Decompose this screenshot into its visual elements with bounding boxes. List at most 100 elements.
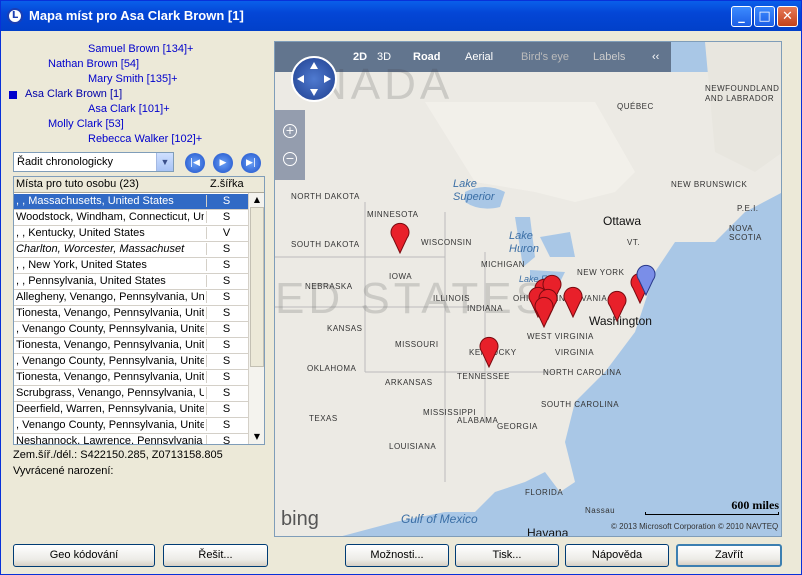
minimize-button[interactable]: _ — [731, 6, 752, 27]
lat-cell: S — [206, 243, 246, 255]
label-west-virginia: WEST VIRGINIA — [527, 332, 594, 341]
lat-cell: S — [206, 419, 246, 431]
print-button[interactable]: Tisk... — [455, 544, 559, 567]
table-row[interactable]: Tionesta, Venango, Pennsylvania, Unite S — [14, 370, 248, 386]
tree-node-molly-clark[interactable]: Molly Clark [53] — [48, 118, 124, 130]
maximize-button[interactable]: □ — [754, 6, 775, 27]
table-row[interactable]: Scrubgrass, Venango, Pennsylvania, US — [14, 386, 248, 402]
tree-node-asa-clark[interactable]: Asa Clark [101]+ — [88, 103, 170, 115]
disproved-birth-label: Vyvrácené narození: — [13, 465, 114, 477]
title-bar[interactable]: L Mapa míst pro Asa Clark Brown [1] _ □ … — [1, 1, 801, 31]
table-row[interactable]: , Venango County, Pennsylvania, Unite S — [14, 354, 248, 370]
table-row[interactable]: , , Massachusetts, United States S — [14, 194, 248, 210]
label-minnesota: MINNESOTA — [367, 210, 419, 219]
table-scrollbar[interactable]: ▲ ▼ — [248, 193, 264, 444]
table-row[interactable]: , , Kentucky, United States V — [14, 226, 248, 242]
collapse-toolbar-icon[interactable]: ‹‹ — [652, 51, 659, 63]
window-title: Mapa míst pro Asa Clark Brown [1] — [29, 8, 244, 23]
tree-node-nathan-brown[interactable]: Nathan Brown [54] — [48, 58, 139, 70]
place-cell: , Venango County, Pennsylvania, Unite — [16, 323, 204, 335]
map-mode-3d[interactable]: 3D — [377, 51, 391, 63]
map-labels-toggle[interactable]: Labels — [593, 51, 625, 63]
map-pin-selected[interactable] — [635, 264, 657, 296]
zoom-in-icon[interactable]: + — [283, 124, 297, 138]
table-row[interactable]: Woodstock, Windham, Connecticut, Uni S — [14, 210, 248, 226]
scale-label: 600 miles — [731, 498, 779, 512]
map-pin[interactable] — [533, 296, 555, 328]
tree-node-asa-clark-brown[interactable]: Asa Clark Brown [1] — [25, 88, 122, 100]
map-pin[interactable] — [478, 336, 500, 368]
sort-select-value: Řadit chronologicky — [17, 156, 113, 168]
selected-marker-icon — [9, 91, 17, 99]
geocode-button[interactable]: Geo kódování — [13, 544, 155, 567]
table-row[interactable]: , Venango County, Pennsylvania, Unite S — [14, 418, 248, 434]
label-indiana: INDIANA — [467, 304, 503, 313]
close-button[interactable]: Zavřít — [676, 544, 782, 567]
label-oklahoma: OKLAHOMA — [307, 364, 357, 373]
place-cell: , Venango County, Pennsylvania, Unite — [16, 355, 204, 367]
chevron-down-icon[interactable]: ▼ — [156, 153, 173, 171]
label-south-dakota: SOUTH DAKOTA — [291, 240, 360, 249]
label-iowa: IOWA — [389, 272, 413, 281]
place-cell: Deerfield, Warren, Pennsylvania, Unite — [16, 403, 204, 415]
play-button[interactable]: ▶ — [213, 153, 233, 173]
map-pin[interactable] — [562, 286, 584, 318]
scroll-up-icon[interactable]: ▲ — [249, 193, 264, 207]
zoom-controls: + − — [275, 110, 305, 180]
table-row[interactable]: Tionesta, Venango, Pennsylvania, Unite S — [14, 338, 248, 354]
first-button[interactable]: |◀ — [185, 153, 205, 173]
table-row[interactable]: Charlton, Worcester, Massachuset S — [14, 242, 248, 258]
close-window-button[interactable]: ✕ — [777, 6, 798, 27]
map-mode-2d[interactable]: 2D — [353, 51, 367, 63]
table-row[interactable]: Deerfield, Warren, Pennsylvania, Unite S — [14, 402, 248, 418]
compass-pan-icon[interactable] — [291, 56, 337, 102]
label-georgia: GEORGIA — [497, 422, 538, 431]
col-header-lat[interactable]: Z.šířka — [210, 178, 244, 190]
tree-node-samuel-brown[interactable]: Samuel Brown [134]+ — [88, 43, 193, 55]
map-pin[interactable] — [606, 290, 628, 322]
lat-cell: S — [206, 195, 246, 207]
map-style-birds-eye[interactable]: Bird's eye — [521, 51, 569, 63]
lat-cell: S — [206, 259, 246, 271]
family-tree: Samuel Brown [134]+ Nathan Brown [54] Ma… — [1, 39, 271, 151]
map-view[interactable]: NADA ED STATES 2D 3D Road Aerial Bird's … — [274, 41, 782, 537]
tree-node-rebecca-walker[interactable]: Rebecca Walker [102]+ — [88, 133, 202, 145]
place-cell: Woodstock, Windham, Connecticut, Uni — [16, 211, 204, 223]
col-header-place[interactable]: Místa pro tuto osobu (23) — [16, 178, 139, 190]
options-button[interactable]: Možnosti... — [345, 544, 449, 567]
scroll-down-icon[interactable]: ▼ — [249, 430, 264, 444]
map-style-road[interactable]: Road — [413, 51, 441, 63]
table-header: Místa pro tuto osobu (23) Z.šířka — [14, 177, 264, 193]
table-row[interactable]: , Venango County, Pennsylvania, Unite S — [14, 322, 248, 338]
lat-cell: S — [206, 323, 246, 335]
table-row[interactable]: , , Pennsylvania, United States S — [14, 274, 248, 290]
label-virginia: VIRGINIA — [555, 348, 595, 357]
label-new-york: NEW YORK — [577, 268, 625, 277]
place-cell: , , Massachusetts, United States — [16, 195, 174, 207]
map-pin[interactable] — [389, 222, 411, 254]
scale-bar — [645, 512, 779, 515]
place-cell: Tionesta, Venango, Pennsylvania, Unite — [16, 307, 204, 319]
sort-select[interactable]: Řadit chronologicky ▼ — [13, 152, 174, 172]
place-cell: , , Kentucky, United States — [16, 227, 145, 239]
label-gulf-of-mexico: Gulf of Mexico — [401, 512, 478, 526]
places-table: Místa pro tuto osobu (23) Z.šířka , , Ma… — [13, 176, 265, 445]
place-cell: Tionesta, Venango, Pennsylvania, Unite — [16, 371, 204, 383]
table-row[interactable]: Tionesta, Venango, Pennsylvania, Unite S — [14, 306, 248, 322]
tree-node-mary-smith[interactable]: Mary Smith [135]+ — [88, 73, 178, 85]
last-button[interactable]: ▶| — [241, 153, 261, 173]
lat-cell: S — [206, 307, 246, 319]
label-pei: P.E.I. — [737, 204, 759, 213]
lat-cell: S — [206, 403, 246, 415]
help-button[interactable]: Nápověda — [565, 544, 669, 567]
zoom-out-icon[interactable]: − — [283, 152, 297, 166]
table-row[interactable]: Neshannock, Lawrence, Pennsylvania S — [14, 434, 248, 444]
label-newfoundland: NEWFOUNDLAND AND LABRADOR — [705, 84, 780, 103]
map-style-aerial[interactable]: Aerial — [465, 51, 493, 63]
table-row[interactable]: Allegheny, Venango, Pennsylvania, Un S — [14, 290, 248, 306]
scroll-thumb[interactable] — [250, 207, 264, 367]
label-quebec: QUÉBEC — [617, 102, 654, 111]
solve-button[interactable]: Řešit... — [163, 544, 268, 567]
label-nova-scotia: NOVA SCOTIA — [729, 224, 762, 242]
table-row[interactable]: , , New York, United States S — [14, 258, 248, 274]
